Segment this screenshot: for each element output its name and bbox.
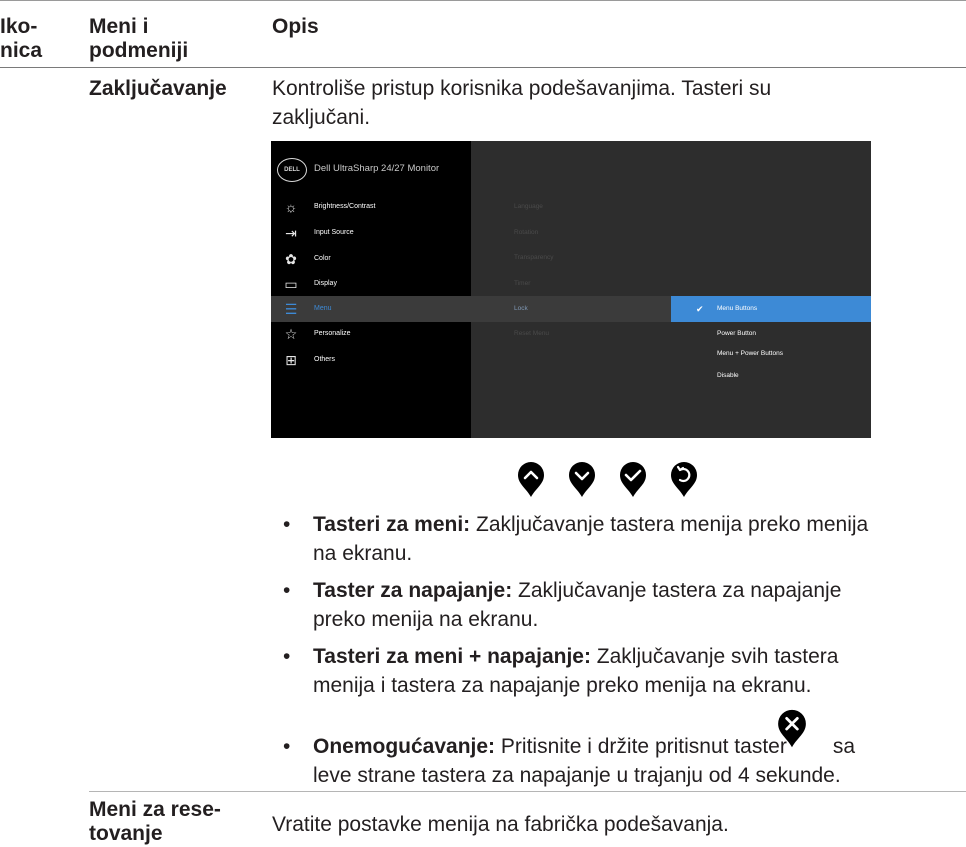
bullet-term: Onemogućavanje:: [313, 735, 496, 758]
reset-menu-name-line2: tovanje: [89, 822, 163, 845]
osd-item-color[interactable]: ✿ Color: [271, 246, 471, 272]
osd-item-label: Color: [314, 255, 331, 262]
submenu-language[interactable]: Language: [514, 202, 543, 212]
check-icon: ✔: [696, 304, 704, 314]
header-icon-col-line2: nica: [0, 39, 43, 62]
osd-item-label: Menu: [314, 305, 332, 312]
submenu-reset-menu[interactable]: Reset Menu: [514, 329, 549, 339]
lock-description-line2: zaključani.: [272, 106, 371, 129]
osd-item-label: Personalize: [314, 330, 351, 337]
down-chevron-icon: [569, 462, 595, 497]
bullet-term: Tasteri za meni:: [313, 513, 471, 536]
bullet-desc-cont: na ekranu.: [313, 542, 413, 565]
bullet-disable: Onemogućavanje: Pritisnite i držite prit…: [313, 732, 953, 790]
color-icon: ✿: [285, 251, 297, 267]
bullet-dot: •: [283, 735, 291, 758]
star-icon: ☆: [284, 326, 298, 342]
osd-item-label: Input Source: [314, 229, 354, 236]
bullet-desc-after: sa: [832, 735, 856, 758]
submenu-timer[interactable]: Timer: [514, 279, 530, 289]
option-power-button[interactable]: Power Button: [717, 329, 756, 339]
submenu-transparency[interactable]: Transparency: [514, 253, 554, 263]
bullet-desc: Zaključavanje tastera menija preko menij…: [470, 513, 869, 536]
header-menu-col-line1: Meni i: [89, 15, 149, 38]
osd-item-label: Display: [314, 280, 337, 287]
osd-item-input-source[interactable]: ⇥ Input Source: [271, 220, 471, 246]
option-disable[interactable]: Disable: [717, 371, 739, 381]
bullet-term: Taster za napajanje:: [313, 579, 513, 602]
display-icon: ▭: [284, 276, 298, 292]
reset-description: Vratite postavke menija na fabrička pode…: [272, 813, 729, 836]
check-icon: [620, 462, 646, 497]
dell-logo: DELL: [277, 158, 307, 182]
header-desc-col: Opis: [272, 15, 319, 38]
osd-item-personalize[interactable]: ☆ Personalize: [271, 321, 471, 347]
submenu-rotation[interactable]: Rotation: [514, 228, 538, 238]
reset-top-rule: [89, 791, 966, 792]
bullet-menu-buttons: Tasteri za meni: Zaključavanje tastera m…: [313, 510, 953, 568]
option-menu-power-buttons[interactable]: Menu + Power Buttons: [717, 349, 783, 359]
bullet-desc-cont: preko menija na ekranu.: [313, 608, 539, 631]
bullet-power-button: Taster za napajanje: Zaključavanje taste…: [313, 576, 953, 634]
up-chevron-icon: [518, 462, 544, 497]
bullet-desc: Zaključavanje tastera za napajanje: [512, 579, 842, 602]
menu-icon: ☰: [284, 301, 298, 317]
bullet-desc: Zaključavanje svih tastera: [590, 645, 839, 668]
close-icon: [778, 709, 806, 748]
option-menu-buttons[interactable]: Menu Buttons: [717, 304, 757, 314]
osd-right-panel: [471, 141, 871, 438]
brightness-icon: ☼: [284, 199, 298, 215]
submenu-highlight: [471, 296, 671, 322]
bullet-dot: •: [283, 579, 291, 602]
submenu-lock[interactable]: Lock: [514, 304, 528, 314]
osd-item-brightness[interactable]: ☼ Brightness/Contrast: [271, 194, 471, 220]
header-bottom-rule: [0, 67, 966, 68]
osd-item-display[interactable]: ▭ Display: [271, 271, 471, 297]
bullet-desc-cont: leve strane tastera za napajanje u traja…: [313, 764, 841, 787]
header-icon-col-line1: Iko-: [0, 15, 38, 38]
back-icon: [671, 462, 697, 497]
osd-item-menu[interactable]: ☰ Menu: [271, 296, 471, 322]
header-menu-col-line2: podmeniji: [89, 39, 189, 62]
bullet-dot: •: [283, 513, 291, 536]
lock-menu-name: Zaključavanje: [89, 77, 227, 100]
bullet-dot: •: [283, 645, 291, 668]
reset-menu-name-line1: Meni za rese-: [89, 798, 221, 821]
bullet-menu-power-buttons: Tasteri za meni + napajanje: Zaključavan…: [313, 642, 953, 700]
bullet-desc-cont: menija i tastera za napajanje preko meni…: [313, 674, 812, 697]
osd-title: Dell UltraSharp 24/27 Monitor: [314, 163, 440, 174]
osd-screenshot: DELL Dell UltraSharp 24/27 Monitor ☼ Bri…: [271, 141, 871, 438]
osd-item-others[interactable]: ⊞ Others: [271, 347, 471, 373]
bullet-desc: Pritisnite i držite pritisnut taster: [495, 735, 787, 758]
bullet-term: Tasteri za meni + napajanje:: [313, 645, 591, 668]
top-rule: [0, 0, 966, 1]
osd-item-label: Others: [314, 356, 336, 363]
lock-description-line1: Kontroliše pristup korisnika podešavanji…: [272, 77, 772, 100]
others-icon: ⊞: [285, 352, 297, 368]
osd-item-label: Brightness/Contrast: [314, 203, 376, 210]
input-source-icon: ⇥: [285, 225, 297, 241]
